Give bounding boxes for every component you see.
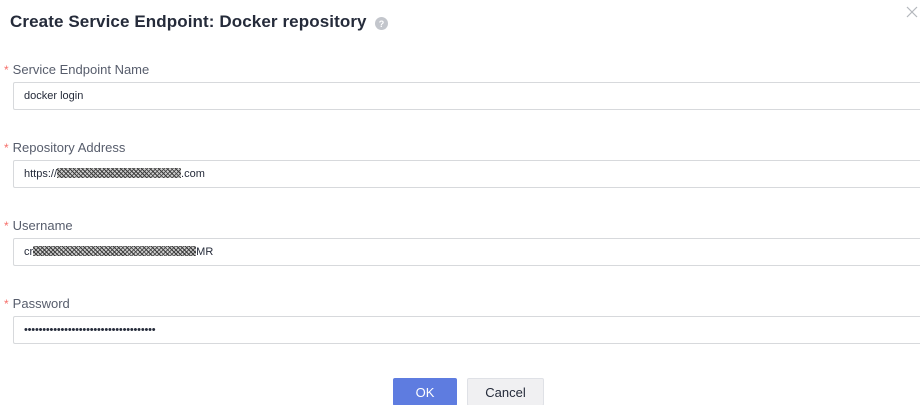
password-input[interactable]: •••••••••••••••••••••••••••••••••••• (13, 316, 920, 344)
endpoint-name-label-text: Service Endpoint Name (12, 61, 150, 77)
username-prefix: cr (24, 246, 34, 258)
required-mark: * (4, 63, 9, 77)
username-input[interactable]: cr MR (13, 238, 920, 266)
ok-button[interactable]: OK (393, 378, 457, 405)
endpoint-name-value: docker login (24, 90, 84, 102)
required-mark: * (4, 219, 9, 233)
endpoint-name-input[interactable]: docker login (13, 82, 920, 110)
question-circle-icon[interactable]: ? (374, 16, 388, 30)
svg-text:?: ? (378, 19, 384, 29)
username-label-text: Username (12, 217, 73, 233)
dialog-actions: OK Cancel (393, 378, 544, 405)
repository-address-suffix: .com (181, 168, 205, 180)
redacted-text-image (33, 246, 197, 257)
redacted-text-image (57, 168, 182, 179)
username-suffix: MR (196, 246, 214, 258)
required-mark: * (4, 297, 9, 311)
dialog-header: Create Service Endpoint: Docker reposito… (10, 11, 388, 33)
repository-address-input[interactable]: https:// .com (13, 160, 920, 188)
repository-address-prefix: https:// (24, 168, 58, 180)
username-label: * Username (4, 217, 73, 234)
required-mark: * (4, 141, 9, 155)
password-label: * Password (4, 295, 70, 312)
endpoint-name-label: * Service Endpoint Name (4, 61, 150, 78)
password-value: •••••••••••••••••••••••••••••••••••• (24, 324, 156, 336)
repository-address-label-text: Repository Address (12, 139, 126, 155)
dialog-title: Create Service Endpoint: Docker reposito… (10, 12, 367, 31)
repository-address-label: * Repository Address (4, 139, 126, 156)
create-service-endpoint-dialog: Create Service Endpoint: Docker reposito… (0, 0, 920, 405)
close-icon[interactable] (904, 4, 920, 20)
password-label-text: Password (12, 295, 70, 311)
cancel-button[interactable]: Cancel (467, 378, 544, 405)
